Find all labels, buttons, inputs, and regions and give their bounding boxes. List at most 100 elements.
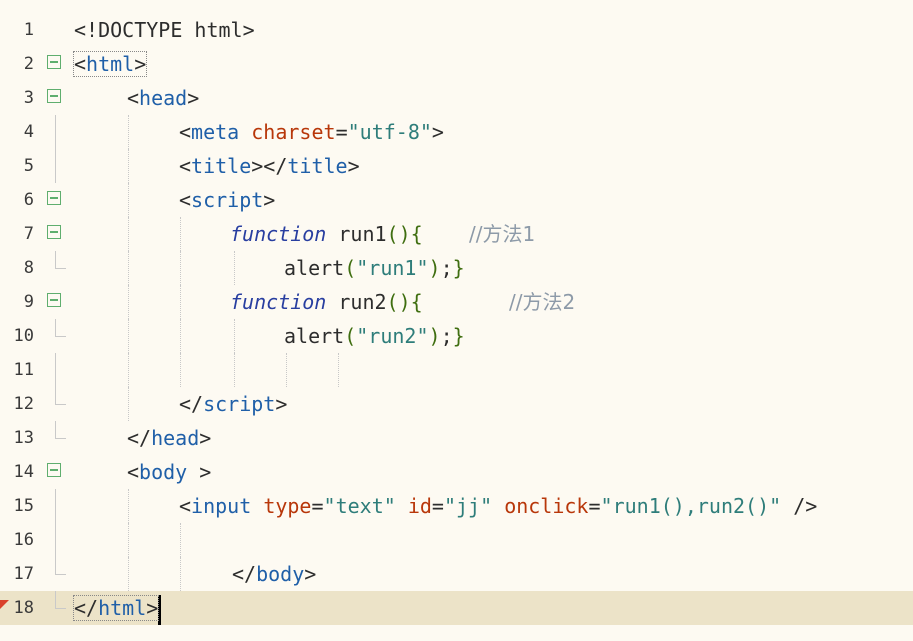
line-number: 9	[23, 292, 34, 312]
line-number: 13	[13, 428, 34, 448]
line-content: <title></title>	[179, 154, 360, 178]
fold-end-marker	[55, 421, 66, 439]
line-content: </body>	[232, 562, 317, 586]
line-number: 17	[13, 564, 34, 584]
code-line[interactable]: 13 </head>	[0, 421, 913, 455]
fold-guide	[55, 489, 56, 523]
fold-guide	[55, 149, 56, 183]
indent-guide	[180, 319, 181, 353]
fold-guide	[55, 523, 56, 557]
indent-guide	[234, 319, 235, 353]
line-content: alert("run1");}	[284, 256, 465, 280]
code-line[interactable]: 7 function run1(){ //方法1	[0, 217, 913, 251]
code-line[interactable]: 10 alert("run2");}	[0, 319, 913, 353]
indent-guide	[128, 149, 129, 183]
code-line[interactable]: 3 <head>	[0, 81, 913, 115]
line-number: 18	[13, 598, 34, 618]
code-line[interactable]: 12 </script>	[0, 387, 913, 421]
line-number: 3	[23, 88, 34, 108]
line-number: 14	[13, 462, 34, 482]
fold-end-marker	[55, 251, 66, 269]
indent-guide	[180, 285, 181, 319]
collapse-icon[interactable]	[47, 55, 61, 69]
code-editor[interactable]: 1 <!DOCTYPE html> 2 <html> 3 <head> 4 <m…	[0, 0, 913, 641]
code-line[interactable]: 1 <!DOCTYPE html>	[0, 13, 913, 47]
code-line[interactable]: 9 function run2(){ //方法2	[0, 285, 913, 319]
code-line[interactable]: 5 <title></title>	[0, 149, 913, 183]
collapse-icon[interactable]	[47, 463, 61, 477]
line-number: 2	[23, 54, 34, 74]
line-content: <body >	[127, 460, 212, 484]
indent-guide	[128, 387, 129, 421]
indent-guide	[180, 557, 181, 591]
code-line[interactable]: 4 <meta charset="utf-8">	[0, 115, 913, 149]
line-number: 12	[13, 394, 34, 414]
indent-guide	[180, 353, 181, 387]
line-number: 4	[23, 122, 34, 142]
code-line[interactable]: 2 <html>	[0, 47, 913, 81]
code-line[interactable]: 17 </body>	[0, 557, 913, 591]
code-line[interactable]: 16	[0, 523, 913, 557]
collapse-icon[interactable]	[47, 293, 61, 307]
indent-guide	[234, 251, 235, 285]
bracket-match-html-open: <html>	[72, 51, 148, 77]
line-content: <script>	[179, 188, 276, 212]
indent-guide	[180, 217, 181, 251]
indent-guide	[128, 285, 129, 319]
line-content: function run1(){	[230, 222, 423, 246]
line-number: 16	[13, 530, 34, 550]
indent-guide	[128, 319, 129, 353]
indent-guide	[128, 523, 129, 557]
indent-guide	[180, 251, 181, 285]
line-content: <html>	[72, 47, 148, 81]
line-content: alert("run2");}	[284, 324, 465, 348]
code-comment: //方法2	[509, 290, 576, 314]
current-code-line[interactable]: 18 </html>	[0, 591, 913, 625]
line-number: 10	[13, 326, 34, 346]
line-number: 15	[13, 496, 34, 516]
code-line[interactable]: 15 <input type="text" id="jj" onclick="r…	[0, 489, 913, 523]
line-content: <input type="text" id="jj" onclick="run1…	[179, 494, 818, 518]
line-number: 11	[13, 360, 34, 380]
collapse-icon[interactable]	[47, 225, 61, 239]
doctype: <!DOCTYPE html>	[74, 18, 255, 42]
indent-guide	[128, 489, 129, 523]
code-line[interactable]: 8 alert("run1");}	[0, 251, 913, 285]
line-number: 1	[23, 20, 34, 40]
bracket-match-html-close: </html>	[72, 595, 160, 621]
fold-guide	[55, 115, 56, 149]
code-comment: //方法1	[469, 222, 536, 246]
collapse-icon[interactable]	[47, 89, 61, 103]
fold-guide	[55, 353, 56, 387]
indent-guide	[128, 183, 129, 217]
indent-guide	[234, 353, 235, 387]
text-cursor	[158, 594, 162, 625]
line-content: <meta charset="utf-8">	[179, 120, 444, 144]
indent-guide	[128, 353, 129, 387]
indent-guide	[128, 115, 129, 149]
line-number: 6	[23, 190, 34, 210]
indent-guide	[128, 217, 129, 251]
indent-guide	[338, 353, 339, 387]
fold-end-marker	[55, 387, 66, 405]
line-content: <!DOCTYPE html>	[74, 13, 255, 47]
code-line[interactable]: 14 <body >	[0, 455, 913, 489]
indent-guide	[286, 353, 287, 387]
line-number: 8	[23, 258, 34, 278]
indent-guide	[128, 251, 129, 285]
fold-end-marker	[55, 591, 66, 609]
fold-end-marker	[55, 557, 66, 575]
line-content: <head>	[127, 86, 200, 110]
line-content: </script>	[179, 392, 288, 416]
indent-guide	[180, 523, 181, 557]
line-number: 5	[23, 156, 34, 176]
line-content: </html>	[72, 591, 162, 625]
collapse-icon[interactable]	[47, 191, 61, 205]
indent-guide	[128, 557, 129, 591]
line-content: function run2(){	[230, 290, 423, 314]
code-line[interactable]: 6 <script>	[0, 183, 913, 217]
line-number: 7	[23, 224, 34, 244]
line-content: </head>	[127, 426, 212, 450]
fold-end-marker	[55, 319, 66, 337]
code-line[interactable]: 11	[0, 353, 913, 387]
